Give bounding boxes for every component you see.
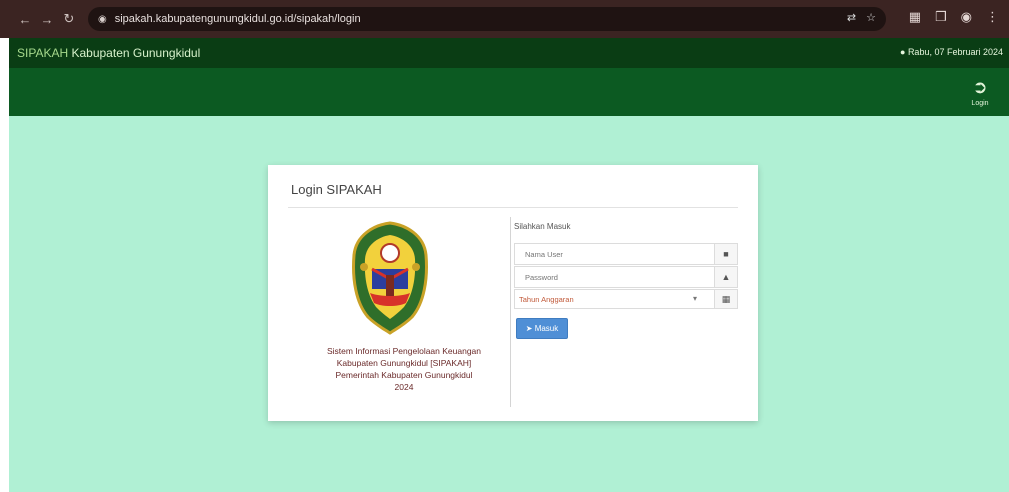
- form-label: Silahkan Masuk: [514, 222, 571, 231]
- url-text: sipakah.kabupatengunungkidul.go.id/sipak…: [114, 13, 361, 25]
- puzzle-icon[interactable]: ❒: [935, 9, 947, 25]
- translate-icon[interactable]: ⇄: [847, 11, 856, 24]
- description-line: Sistem Informasi Pengelolaan Keuangan: [326, 346, 482, 356]
- chevron-down-icon: ▾: [693, 294, 698, 303]
- bookmark-star-icon[interactable]: ☆: [866, 11, 876, 24]
- login-button[interactable]: ➤ Masuk: [516, 318, 568, 339]
- calendar-icon: ▦: [714, 290, 737, 308]
- back-arrow-icon[interactable]: ←: [14, 12, 36, 27]
- username-field-group: ■: [514, 243, 738, 265]
- reload-icon[interactable]: ↻: [58, 11, 80, 27]
- sign-in-icon: ➲: [972, 77, 988, 97]
- date-info: ● Rabu, 07 Februari 2024: [900, 47, 1003, 57]
- description-line: Pemerintah Kabupaten Gunungkidul: [335, 370, 473, 380]
- login-title: Login SIPAKAH: [291, 182, 382, 197]
- site-info-icon[interactable]: ◉: [98, 14, 107, 25]
- page-left-edge: [0, 38, 9, 492]
- login-card: Login SIPAKAH Sistem Informasi Pengelola…: [268, 165, 758, 421]
- username-input[interactable]: [515, 244, 717, 264]
- lock-icon: ▲: [714, 267, 737, 287]
- regency-emblem-logo: [346, 217, 434, 337]
- password-field-group: ▲: [514, 266, 738, 288]
- address-bar[interactable]: ◉ sipakah.kabupatengunungkidul.go.id/sip…: [88, 7, 886, 31]
- password-input[interactable]: [515, 267, 717, 287]
- date-text: Rabu, 07 Februari 2024: [907, 47, 1003, 57]
- login-button-label: Masuk: [534, 324, 559, 333]
- forward-arrow-icon[interactable]: →: [36, 12, 58, 27]
- extension-icon[interactable]: ▦: [909, 9, 921, 25]
- year-field-group: Tahun Anggaran ▾ ▦: [514, 289, 738, 309]
- description-line: Kabupaten Gunungkidul [SIPAKAH]: [336, 358, 472, 368]
- year-select[interactable]: Tahun Anggaran: [515, 290, 695, 308]
- app-header: SIPAKAH Kabupaten Gunungkidul ● Rabu, 07…: [9, 38, 1009, 68]
- app-description: Sistem Informasi Pengelolaan Keuangan Ka…: [298, 345, 510, 393]
- vertical-divider: [510, 217, 511, 407]
- brand-name: Kabupaten Gunungkidul: [71, 46, 201, 60]
- browser-toolbar: ← → ↻ ◉ sipakah.kabupatengunungkidul.go.…: [0, 0, 1009, 38]
- brand-code: SIPAKAH: [17, 46, 69, 60]
- login-menu-label: Login: [971, 100, 989, 107]
- menu-kebab-icon[interactable]: ⋮: [986, 9, 999, 25]
- menu-bar: ➲ Login: [9, 68, 1009, 116]
- profile-icon[interactable]: ◉: [961, 9, 972, 25]
- description-line: 2024: [394, 382, 414, 392]
- app-brand[interactable]: SIPAKAH Kabupaten Gunungkidul: [17, 46, 200, 60]
- address-bar-actions: ⇄ ☆: [847, 11, 876, 24]
- title-divider: [288, 207, 738, 208]
- sign-in-icon: ➤: [525, 324, 533, 333]
- login-menu-button[interactable]: ➲ Login: [965, 78, 995, 107]
- user-icon: ■: [714, 244, 737, 264]
- browser-extensions: ▦ ❒ ◉ ⋮: [909, 9, 999, 25]
